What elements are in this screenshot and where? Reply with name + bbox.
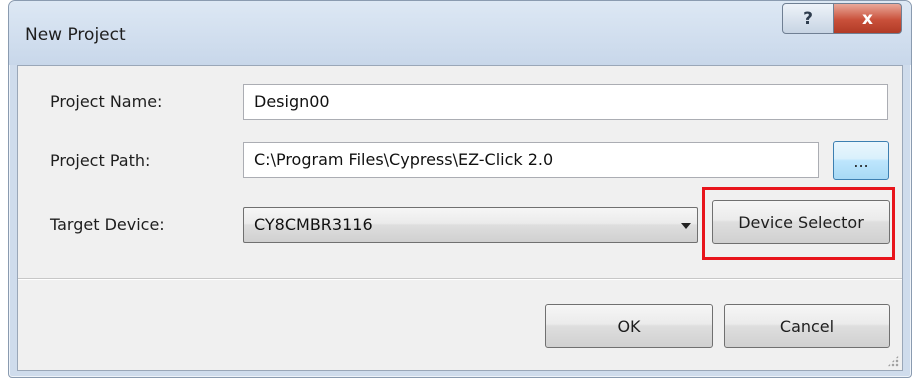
- project-name-label: Project Name:: [50, 92, 163, 111]
- resize-grip-icon[interactable]: [887, 355, 899, 367]
- target-device-dropdown[interactable]: CY8CMBR3116: [243, 207, 698, 243]
- ok-button[interactable]: OK: [545, 304, 713, 348]
- close-icon: x: [862, 8, 873, 29]
- help-button[interactable]: ?: [782, 3, 834, 34]
- dialog-body: Project Name: Design00 Project Path: C:\…: [17, 65, 903, 371]
- project-path-input[interactable]: C:\Program Files\Cypress\EZ-Click 2.0: [243, 142, 819, 178]
- project-path-label: Project Path:: [50, 151, 151, 170]
- cancel-button[interactable]: Cancel: [724, 304, 890, 348]
- device-selector-label: Device Selector: [738, 212, 864, 232]
- cancel-button-label: Cancel: [779, 316, 835, 336]
- footer-separator: [18, 278, 902, 280]
- ok-button-label: OK: [617, 316, 641, 336]
- new-project-dialog: New Project ? x Project Name: Design00 P…: [8, 0, 912, 378]
- device-selector-button[interactable]: Device Selector: [712, 200, 890, 244]
- target-device-label: Target Device:: [50, 215, 165, 234]
- help-icon: ?: [803, 8, 813, 29]
- target-device-selected: CY8CMBR3116: [254, 215, 373, 234]
- browse-button-label: ...: [853, 152, 869, 171]
- browse-path-button[interactable]: ...: [833, 141, 889, 180]
- close-button[interactable]: x: [834, 3, 902, 34]
- dialog-title: New Project: [25, 25, 126, 45]
- title-bar[interactable]: New Project ? x: [9, 1, 911, 65]
- project-name-input[interactable]: Design00: [243, 84, 888, 120]
- dropdown-arrow-icon: [681, 223, 691, 229]
